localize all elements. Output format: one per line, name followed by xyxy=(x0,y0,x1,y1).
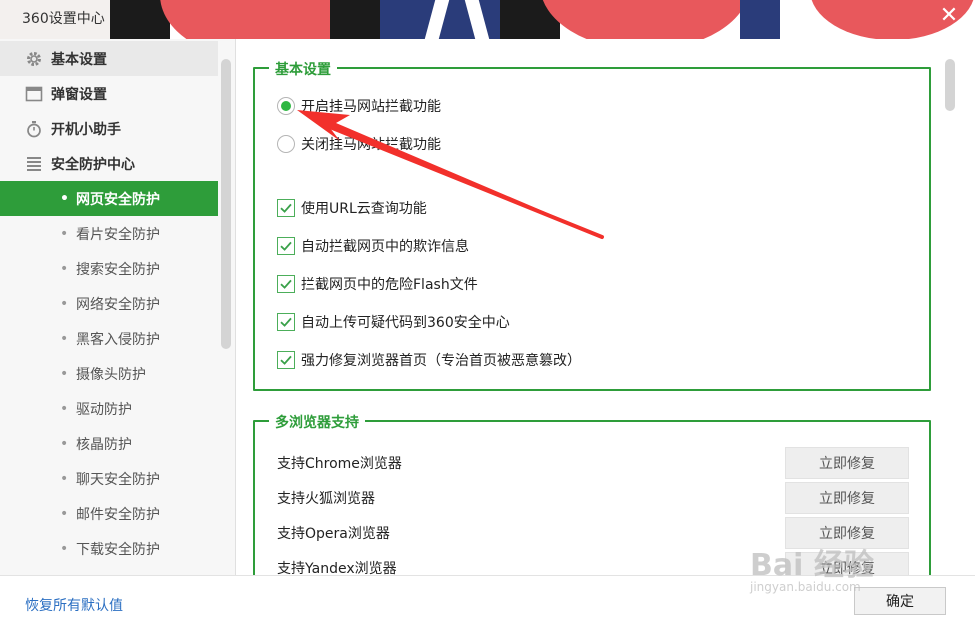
sidebar-item-label: 核晶防护 xyxy=(76,436,132,453)
browser-row-chrome: 支持Chrome浏览器 立即修复 xyxy=(277,446,909,480)
sidebar-item-label: 驱动防护 xyxy=(76,401,132,418)
sidebar-item-label: 看片安全防护 xyxy=(76,226,160,243)
bullet-icon: • xyxy=(60,435,69,452)
checkbox-block-fraud[interactable]: 自动拦截网页中的欺诈信息 xyxy=(277,236,469,256)
radio-disable-blocking[interactable]: 关闭挂马网站拦截功能 xyxy=(277,134,441,154)
sidebar-item-label: 下载安全防护 xyxy=(76,541,160,558)
close-icon[interactable]: ✕ xyxy=(937,4,961,28)
sidebar-item-boot-helper[interactable]: 开机小助手 xyxy=(0,111,218,146)
sidebar: 基本设置 弹窗设置 开机小助手 安全防护中心 • 网页安全防护 • 看片安全防护… xyxy=(0,39,236,575)
sidebar-item-download-protection[interactable]: • 下载安全防护 xyxy=(0,531,218,566)
bullet-icon: • xyxy=(60,295,69,312)
sidebar-item-core-protection[interactable]: • 核晶防护 xyxy=(0,426,218,461)
checkmark-icon[interactable] xyxy=(277,351,295,369)
sidebar-item-intrusion-protection[interactable]: • 黑客入侵防护 xyxy=(0,321,218,356)
content-scrollbar[interactable] xyxy=(945,59,955,111)
sidebar-item-label: 聊天安全防护 xyxy=(76,471,160,488)
banner-art xyxy=(740,0,780,39)
sidebar-item-label: 弹窗设置 xyxy=(51,86,107,103)
sidebar-item-label: 摄像头防护 xyxy=(76,366,146,383)
bullet-icon: • xyxy=(60,400,69,417)
group-title: 多浏览器支持 xyxy=(269,412,365,432)
browser-label: 支持Yandex浏览器 xyxy=(277,561,397,575)
sidebar-scrollbar[interactable] xyxy=(221,59,231,349)
checkmark-icon[interactable] xyxy=(277,313,295,331)
sidebar-item-label: 网页安全防护 xyxy=(76,191,160,208)
sidebar-item-label: 邮件安全防护 xyxy=(76,506,160,523)
browser-row-opera: 支持Opera浏览器 立即修复 xyxy=(277,516,909,550)
sidebar-item-camera-protection[interactable]: • 摄像头防护 xyxy=(0,356,218,391)
window-title: 360设置中心 xyxy=(22,11,105,27)
checkbox-repair-homepage[interactable]: 强力修复浏览器首页（专治首页被恶意篡改） xyxy=(277,350,581,370)
settings-panel: 基本设置 开启挂马网站拦截功能 关闭挂马网站拦截功能 使用URL云查询功能 自动… xyxy=(237,39,975,575)
sidebar-item-security-center[interactable]: 安全防护中心 xyxy=(0,146,218,181)
bullet-icon: • xyxy=(60,540,69,557)
group-title: 基本设置 xyxy=(269,59,337,79)
checkbox-label: 使用URL云查询功能 xyxy=(301,201,427,217)
checkmark-icon[interactable] xyxy=(277,275,295,293)
bullet-icon: • xyxy=(60,260,69,277)
checkbox-upload-code[interactable]: 自动上传可疑代码到360安全中心 xyxy=(277,312,510,332)
repair-chrome-button[interactable]: 立即修复 xyxy=(785,447,909,479)
restore-defaults-link[interactable]: 恢复所有默认值 xyxy=(25,595,123,615)
checkbox-label: 自动拦截网页中的欺诈信息 xyxy=(301,239,469,255)
checkmark-icon[interactable] xyxy=(277,199,295,217)
basic-settings-group: 基本设置 开启挂马网站拦截功能 关闭挂马网站拦截功能 使用URL云查询功能 自动… xyxy=(253,59,931,391)
window-icon xyxy=(24,84,44,104)
stopwatch-icon xyxy=(24,119,44,139)
shield-list-icon xyxy=(24,154,44,174)
sidebar-item-popup-settings[interactable]: 弹窗设置 xyxy=(0,76,218,111)
radio-enable-blocking[interactable]: 开启挂马网站拦截功能 xyxy=(277,96,441,116)
browser-label: 支持火狐浏览器 xyxy=(277,491,375,507)
sidebar-item-label: 网络安全防护 xyxy=(76,296,160,313)
bullet-icon: • xyxy=(60,330,69,347)
radio-unselected-icon[interactable] xyxy=(277,135,295,153)
bullet-icon: • xyxy=(60,505,69,522)
checkbox-url-cloud-query[interactable]: 使用URL云查询功能 xyxy=(277,198,427,218)
sidebar-item-chat-protection[interactable]: • 聊天安全防护 xyxy=(0,461,218,496)
sidebar-item-network-protection[interactable]: • 网络安全防护 xyxy=(0,286,218,321)
browser-row-yandex: 支持Yandex浏览器 立即修复 xyxy=(277,551,909,575)
checkbox-label: 自动上传可疑代码到360安全中心 xyxy=(301,315,510,331)
sidebar-item-driver-protection[interactable]: • 驱动防护 xyxy=(0,391,218,426)
bullet-icon: • xyxy=(60,190,69,207)
checkbox-label: 强力修复浏览器首页（专治首页被恶意篡改） xyxy=(301,353,581,369)
banner-art xyxy=(330,0,380,39)
browser-support-group: 多浏览器支持 支持Chrome浏览器 立即修复 支持火狐浏览器 立即修复 支持O… xyxy=(253,412,931,575)
checkbox-label: 拦截网页中的危险Flash文件 xyxy=(301,277,478,293)
sidebar-item-search-protection[interactable]: • 搜索安全防护 xyxy=(0,251,218,286)
bullet-icon: • xyxy=(60,470,69,487)
footer-bar: 恢复所有默认值 确定 xyxy=(0,575,975,625)
radio-selected-icon[interactable] xyxy=(277,97,295,115)
sidebar-item-label: 安全防护中心 xyxy=(51,156,135,173)
sidebar-item-label: 搜索安全防护 xyxy=(76,261,160,278)
browser-label: 支持Chrome浏览器 xyxy=(277,456,402,472)
repair-opera-button[interactable]: 立即修复 xyxy=(785,517,909,549)
repair-yandex-button[interactable]: 立即修复 xyxy=(785,552,909,575)
sidebar-item-mail-protection[interactable]: • 邮件安全防护 xyxy=(0,496,218,531)
banner-art xyxy=(540,0,750,39)
sidebar-item-label: 开机小助手 xyxy=(51,121,121,138)
bullet-icon: • xyxy=(60,365,69,382)
browser-label: 支持Opera浏览器 xyxy=(277,526,390,542)
sidebar-item-video-protection[interactable]: • 看片安全防护 xyxy=(0,216,218,251)
ok-button[interactable]: 确定 xyxy=(854,587,946,615)
radio-label: 关闭挂马网站拦截功能 xyxy=(301,137,441,153)
checkmark-icon[interactable] xyxy=(277,237,295,255)
checkbox-block-flash[interactable]: 拦截网页中的危险Flash文件 xyxy=(277,274,478,294)
sidebar-item-label: 基本设置 xyxy=(51,51,107,68)
sidebar-item-basic-settings[interactable]: 基本设置 xyxy=(0,41,218,76)
repair-firefox-button[interactable]: 立即修复 xyxy=(785,482,909,514)
bullet-icon: • xyxy=(60,225,69,242)
sidebar-item-web-protection[interactable]: • 网页安全防护 xyxy=(0,181,218,216)
gear-icon xyxy=(24,49,44,69)
radio-label: 开启挂马网站拦截功能 xyxy=(301,99,441,115)
sidebar-item-label: 黑客入侵防护 xyxy=(76,331,160,348)
browser-row-firefox: 支持火狐浏览器 立即修复 xyxy=(277,481,909,515)
title-bar: 360设置中心 ✕ xyxy=(0,0,975,39)
